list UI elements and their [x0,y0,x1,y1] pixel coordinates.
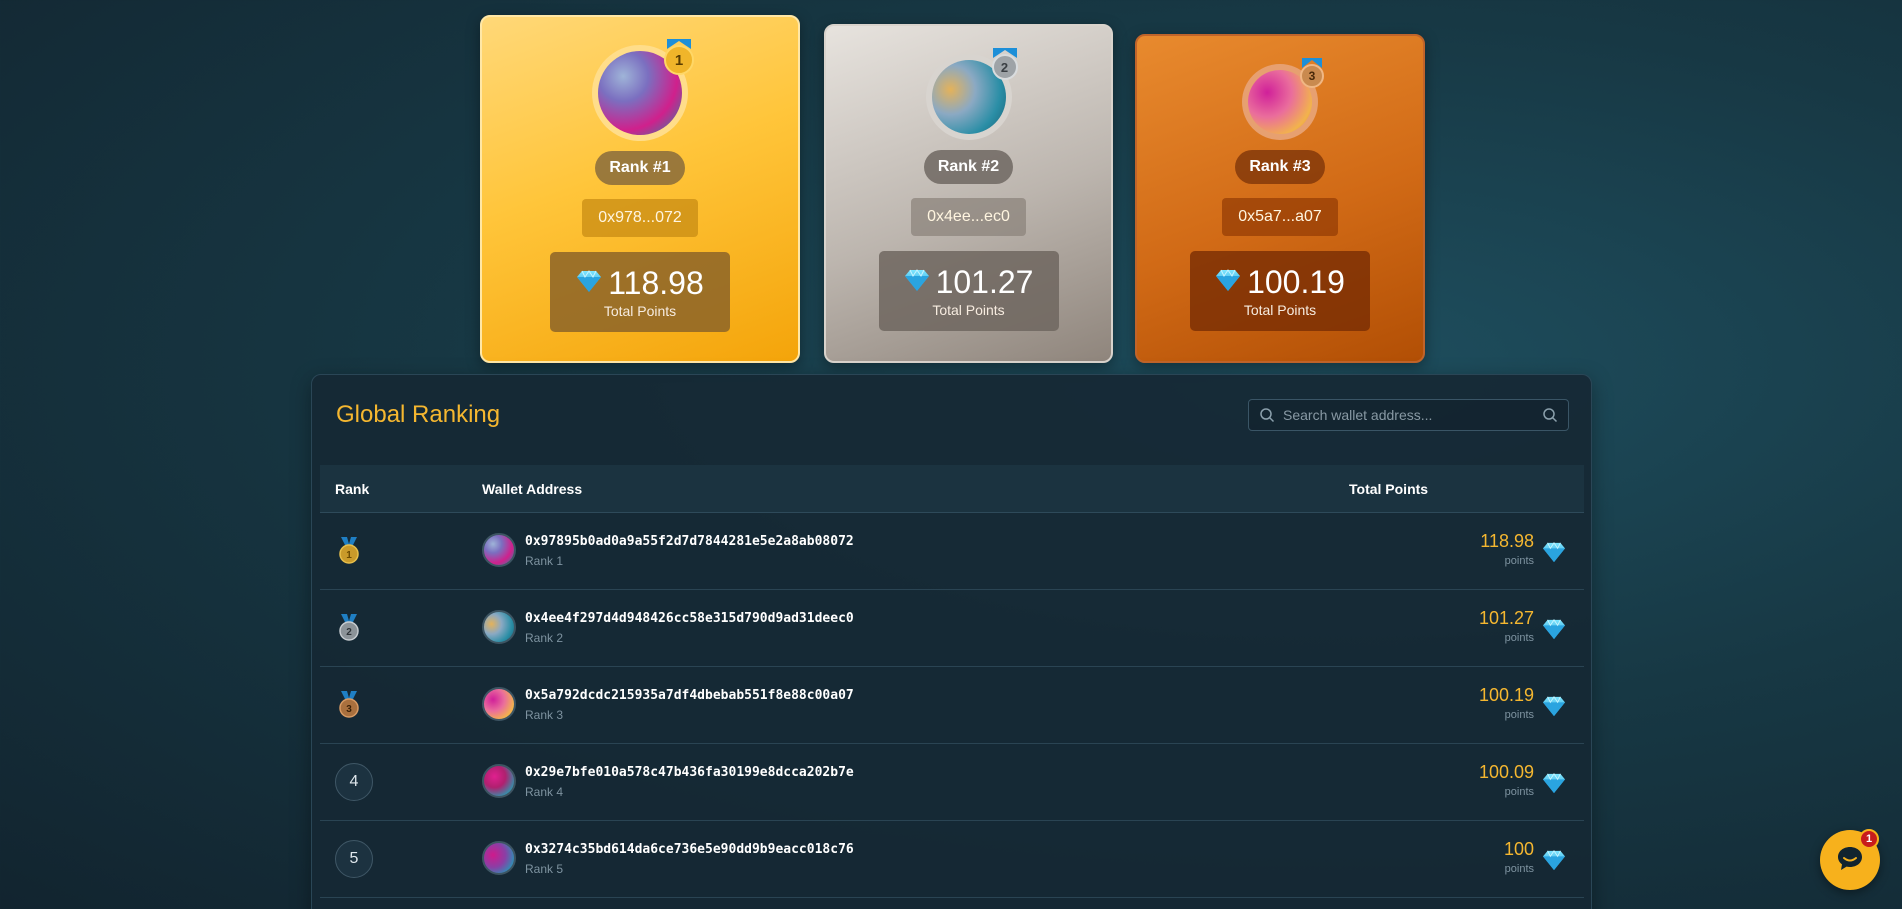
points-value: 118.98 [1480,531,1534,551]
points-cell: 100.09 points [1479,762,1534,798]
podium-card-rank-1[interactable]: 1 Rank #1 0x978...072 118.98 Total Point… [480,15,800,363]
column-points: Total Points [1349,481,1429,497]
podium-card-rank-3[interactable]: 3 Rank #3 0x5a7...a07 100.19 Total Point… [1135,34,1425,363]
diamond-icon [1542,849,1566,876]
points-cell: 100.19 points [1479,685,1534,721]
svg-text:1: 1 [346,550,352,561]
avatar-wrap: 3 [1242,58,1324,140]
table-row[interactable]: 2 0x4ee4f297d4d948426cc58e315d790d9ad31d… [320,590,1584,667]
table-row[interactable]: 1 0x97895b0ad0a9a55f2d7d7844281e5e2a8ab0… [320,513,1584,590]
diamond-icon [1542,618,1566,645]
rank-pill: Rank #1 [595,151,685,185]
points-cell: 100 points [1504,839,1534,875]
avatar-wrap: 1 [592,39,694,141]
points-box: 118.98 Total Points [550,252,730,332]
points-value: 100.19 [1478,685,1534,705]
medal-icon: 3 [1300,58,1324,88]
points-value: 100.09 [1478,762,1534,782]
search-input[interactable] [1283,400,1533,430]
search-box[interactable] [1248,399,1569,431]
points-value: 100.19 [1247,264,1345,300]
points-label: Total Points [1243,302,1317,318]
rank-pill: Rank #2 [923,150,1014,184]
points-value: 101.27 [1478,608,1534,628]
points-unit: points [1504,709,1534,721]
points-cell: 101.27 points [1479,608,1534,644]
medal-icon: 2 [991,48,1018,80]
points-unit: points [1504,786,1534,798]
wallet-address: 0x3274c35bd614da6ce736e5e90dd9b9eacc018c… [525,842,854,857]
avatar [482,764,516,798]
points-unit: points [1504,632,1534,644]
table-header: Rank Wallet Address Total Points [320,465,1584,513]
rank-number: 5 [335,840,373,878]
wallet-address-short: 0x978...072 [582,199,698,237]
column-wallet: Wallet Address [482,481,583,497]
rank-caption: Rank 2 [525,631,564,645]
diamond-icon [904,268,930,297]
search-submit-icon[interactable] [1542,407,1558,428]
svg-text:2: 2 [346,627,352,638]
points-value: 100 [1503,839,1534,859]
medal-icon: 3 [338,691,360,724]
medal-icon: 1 [338,537,360,570]
chat-icon [1835,843,1865,878]
points-label: Total Points [932,302,1005,318]
rank-caption: Rank 1 [525,554,564,568]
diamond-icon [1542,695,1566,722]
table-row[interactable]: 5 0x3274c35bd614da6ce736e5e90dd9b9eacc01… [320,821,1584,898]
global-ranking-panel: Global Ranking Rank Wallet Address Total… [311,374,1592,909]
panel-title: Global Ranking [336,401,501,428]
diamond-icon [1542,772,1566,799]
points-value: 118.98 [608,265,704,301]
avatar [482,841,516,875]
points-label: Total Points [603,303,677,319]
points-box: 101.27 Total Points [878,251,1059,331]
diamond-icon [1542,541,1566,568]
wallet-address: 0x29e7bfe010a578c47b436fa30199e8dcca202b… [525,765,854,780]
wallet-address: 0x4ee4f297d4d948426cc58e315d790d9ad31dee… [525,611,854,626]
diamond-icon [1215,268,1241,297]
rank-caption: Rank 4 [525,785,564,799]
medal-icon: 1 [664,39,694,75]
points-unit: points [1504,555,1534,567]
avatar [482,533,516,567]
diamond-icon [576,269,602,298]
points-box: 100.19 Total Points [1190,251,1370,331]
wallet-address-short: 0x4ee...ec0 [911,198,1026,236]
rank-number: 4 [335,763,373,801]
column-rank: Rank [335,481,370,497]
svg-text:3: 3 [346,704,352,715]
points-value: 101.27 [935,264,1034,300]
wallet-address: 0x97895b0ad0a9a55f2d7d7844281e5e2a8ab080… [525,534,854,549]
notification-badge: 1 [1859,829,1879,849]
avatar [482,610,516,644]
rank-pill: Rank #3 [1235,150,1325,184]
wallet-address: 0x5a792dcdc215935a7df4dbebab551f8e88c00a… [525,688,854,703]
rank-caption: Rank 3 [525,708,564,722]
table-row[interactable]: 4 0x29e7bfe010a578c47b436fa30199e8dcca20… [320,744,1584,821]
wallet-address-short: 0x5a7...a07 [1222,198,1338,236]
avatar [482,687,516,721]
points-unit: points [1504,863,1534,875]
points-cell: 118.98 points [1480,531,1534,567]
search-icon [1259,407,1275,428]
podium-card-rank-2[interactable]: 2 Rank #2 0x4ee...ec0 101.27 Total Point… [824,24,1113,363]
rank-caption: Rank 5 [525,862,564,876]
medal-icon: 2 [338,614,360,647]
table-row[interactable]: 3 0x5a792dcdc215935a7df4dbebab551f8e88c0… [320,667,1584,744]
avatar-wrap: 2 [925,48,1018,140]
